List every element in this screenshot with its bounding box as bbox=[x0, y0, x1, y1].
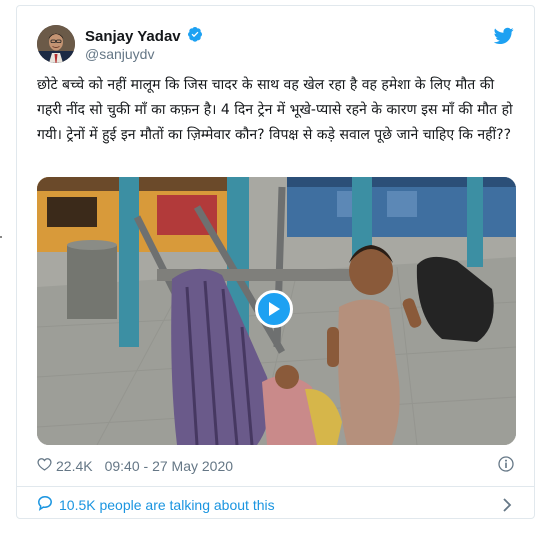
info-icon[interactable] bbox=[498, 456, 514, 472]
twitter-bird-icon[interactable] bbox=[493, 27, 514, 45]
divider bbox=[17, 486, 534, 487]
author-row: Sanjay Yadav bbox=[85, 26, 203, 46]
tweet-card[interactable]: Sanjay Yadav @sanjuydv छोटे बच्चे को नही… bbox=[16, 5, 535, 519]
avatar[interactable] bbox=[37, 25, 75, 63]
tweet-meta: 22.4K 09:40 - 27 May 2020 bbox=[37, 457, 233, 474]
play-icon bbox=[269, 302, 280, 316]
heart-icon[interactable] bbox=[37, 457, 52, 474]
stray-dot bbox=[0, 236, 2, 238]
verified-badge-icon bbox=[187, 26, 203, 46]
conversation-text[interactable]: 10.5K people are talking about this bbox=[59, 497, 275, 513]
handle[interactable]: @sanjuydv bbox=[85, 46, 154, 62]
display-name[interactable]: Sanjay Yadav bbox=[85, 28, 181, 45]
timestamp[interactable]: 09:40 - 27 May 2020 bbox=[105, 458, 233, 474]
tweet-text: छोटे बच्चे को नहीं मालूम कि जिस चादर के … bbox=[37, 77, 513, 143]
video-player[interactable] bbox=[37, 177, 516, 445]
like-count[interactable]: 22.4K bbox=[56, 458, 93, 474]
page: Sanjay Yadav @sanjuydv छोटे बच्चे को नही… bbox=[0, 0, 546, 534]
conversation-link[interactable]: 10.5K people are talking about this bbox=[37, 495, 275, 514]
chevron-right-icon[interactable] bbox=[502, 497, 512, 512]
speech-bubble-icon bbox=[37, 495, 53, 514]
play-button[interactable] bbox=[255, 290, 293, 328]
